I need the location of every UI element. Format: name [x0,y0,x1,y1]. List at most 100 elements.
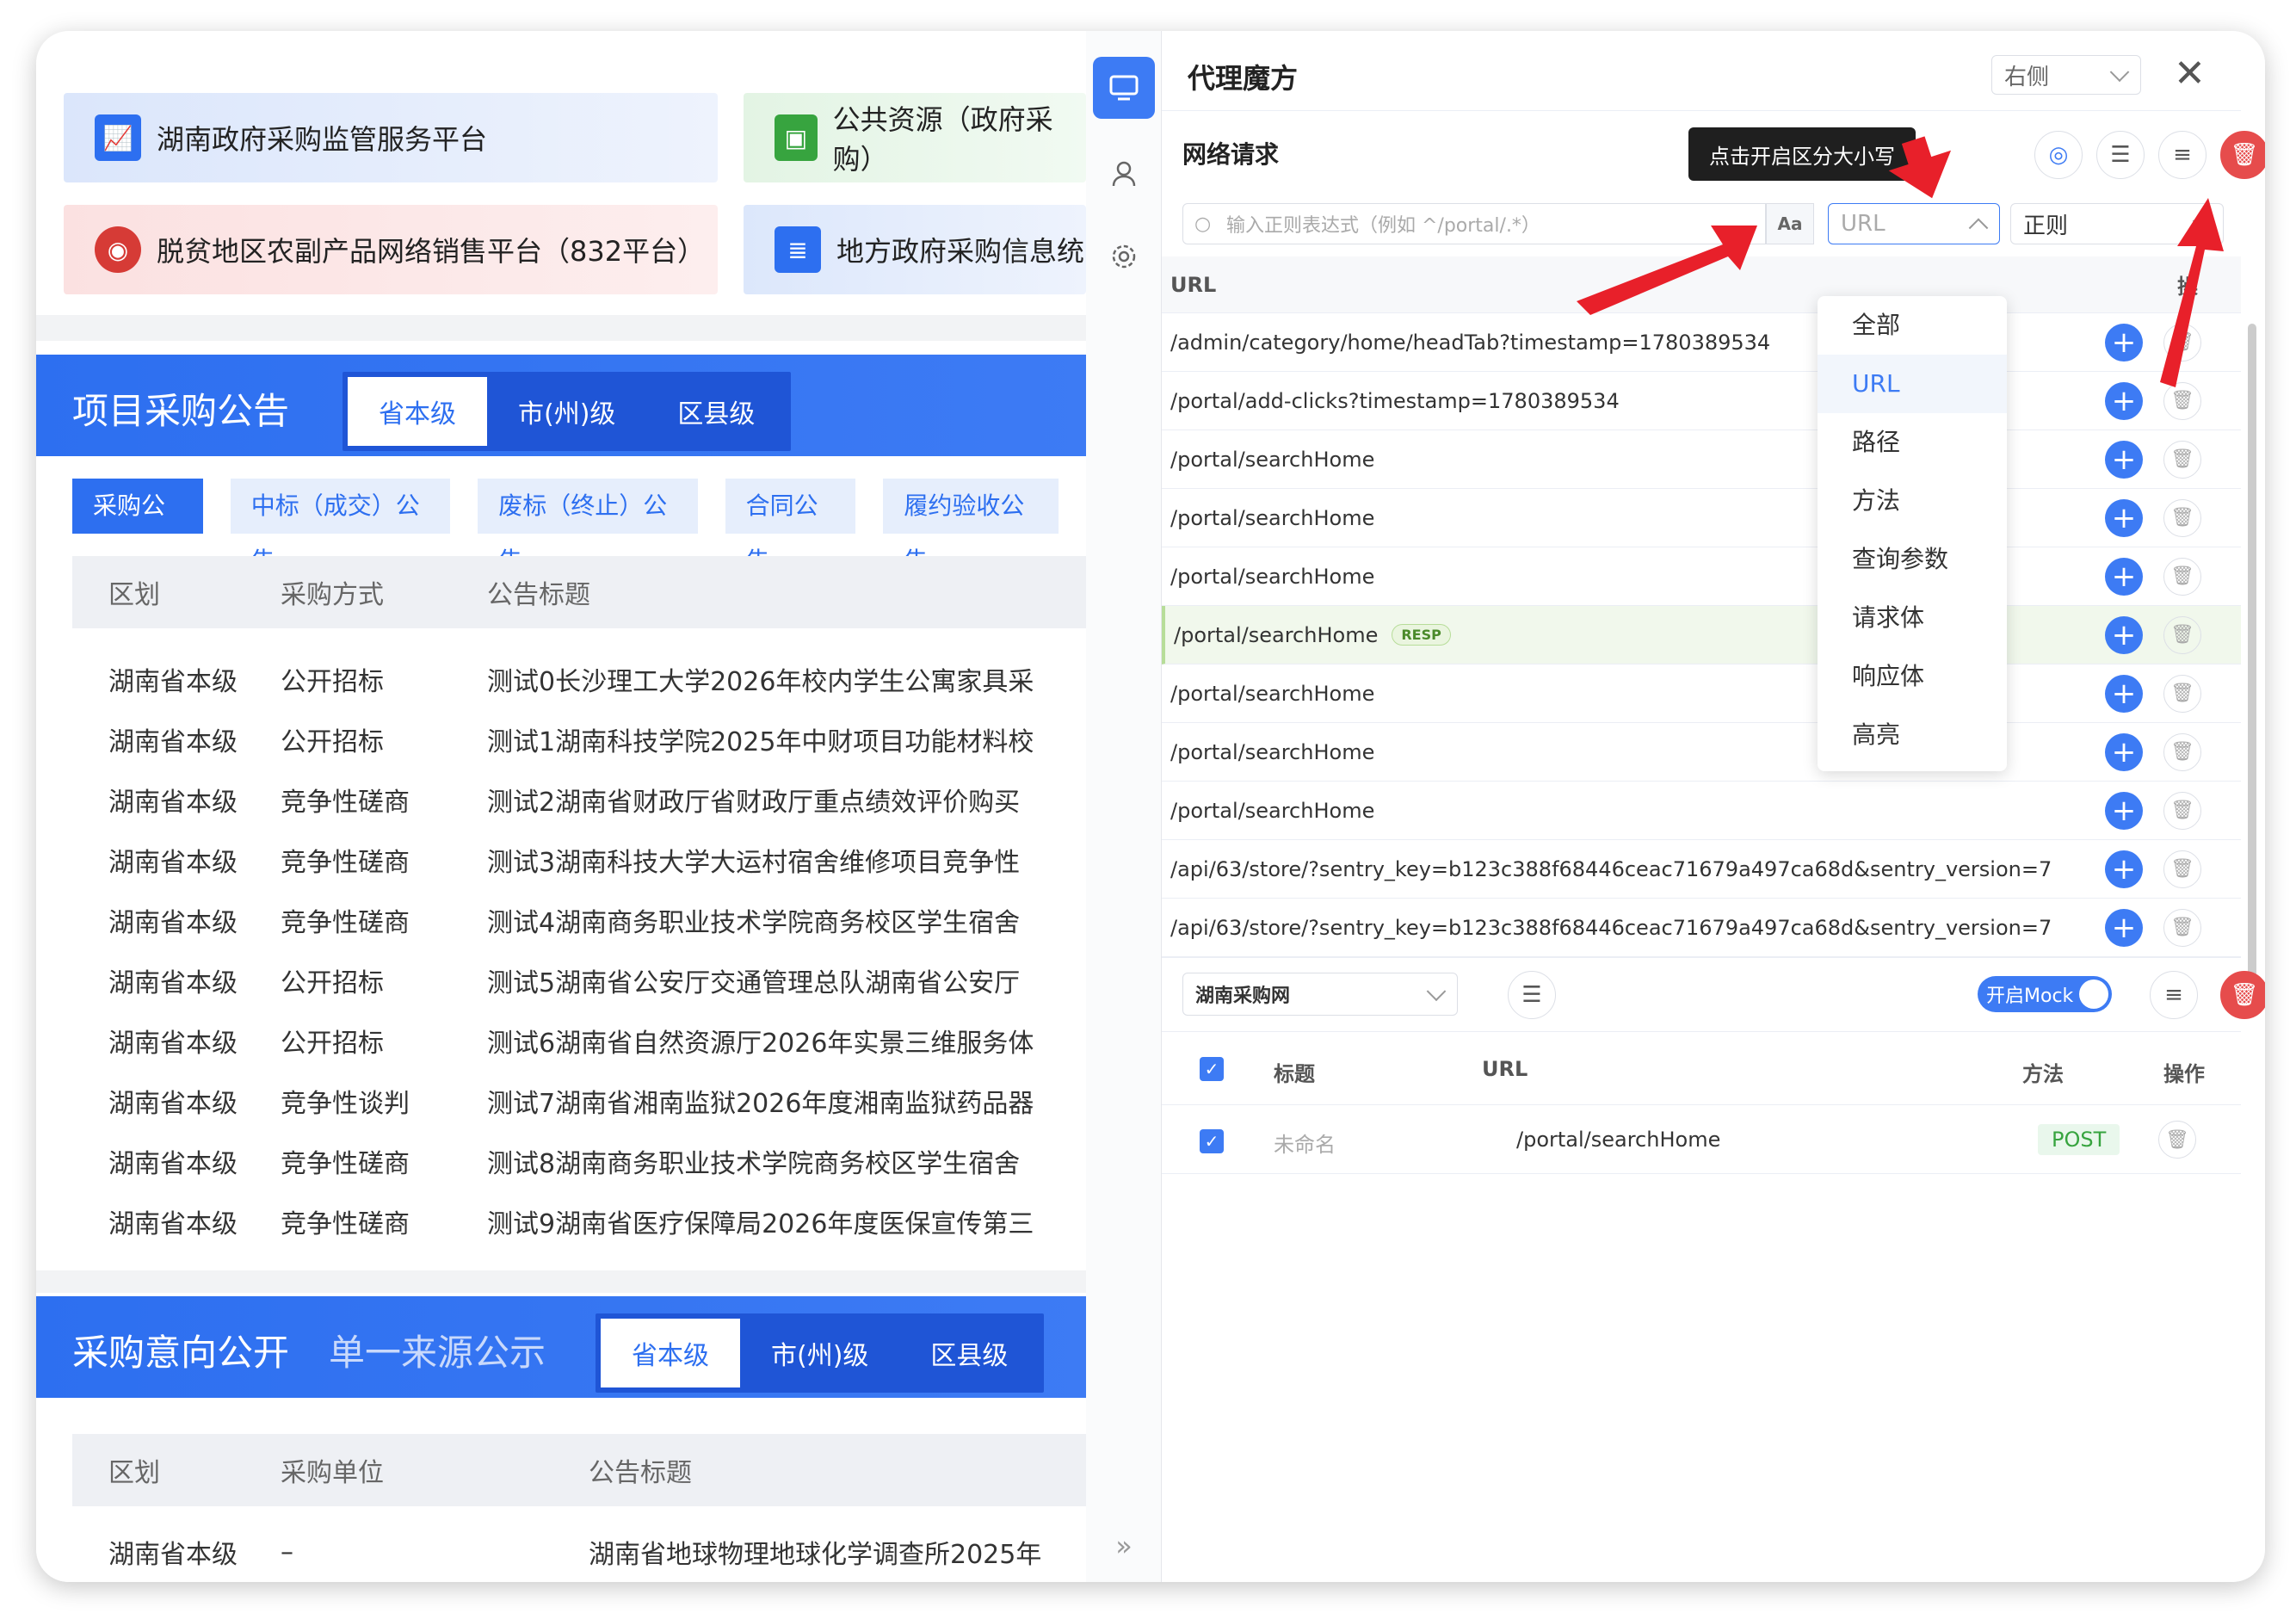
mock-toggle[interactable]: 开启Mock [1978,976,2112,1012]
trash-icon[interactable]: 🗑 [2163,908,2201,947]
site-select[interactable]: 湖南采购网 [1182,973,1458,1016]
field-select[interactable]: URL [1828,203,2000,244]
add-mock-icon[interactable]: + [2105,732,2143,771]
dropdown-option[interactable]: URL [1818,355,2007,413]
trash-icon[interactable]: 🗑 [2163,732,2201,771]
section2-title[interactable]: 采购意向公开 [72,1324,289,1376]
trash-icon[interactable]: 🗑 [2163,850,2201,888]
subtab-terminated[interactable]: 废标（终止）公告 [478,479,698,575]
trash-icon[interactable]: 🗑 [2163,557,2201,596]
table-row[interactable]: 湖南省本级 竞争性磋商 测试2湖南省财政厅省财政厅重点绩效评价购买 [72,769,1086,830]
url-row[interactable]: /portal/add-clicks?timestamp=1780389534 +… [1162,372,2241,430]
table-row[interactable]: 湖南省本级 竞争性磋商 测试3湖南科技大学大运村宿舍维修项目竞争性 [72,830,1086,890]
monitor-icon[interactable] [1093,57,1155,119]
url-row[interactable]: /portal/searchHome + 🗑 [1162,430,2241,489]
card-hunan-gov-procurement[interactable]: 📈 湖南政府采购监管服务平台 [64,93,718,182]
add-mock-icon[interactable]: + [2105,674,2143,713]
tab-city[interactable]: 市(州)级 [487,377,646,446]
tab-city-2[interactable]: 市(州)级 [740,1319,899,1387]
table-row[interactable]: 湖南省本级 公开招标 测试1湖南科技学院2025年中财项目功能材料校 [72,709,1086,769]
subtab-contract[interactable]: 合同公告 [725,479,856,575]
trash-icon[interactable]: 🗑 [2163,381,2201,420]
col-op: 操 [2177,275,2198,299]
table-row[interactable]: 湖南省本级 公开招标 测试0长沙理工大学2026年校内学生公寓家具采 [72,649,1086,709]
scrollbar[interactable] [2248,324,2256,978]
trash-icon[interactable]: 🗑 [2158,1121,2196,1159]
user-icon[interactable] [1093,143,1155,205]
url-row[interactable]: /admin/category/home/headTab?timestamp=1… [1162,313,2241,372]
subtab-procurement[interactable]: 采购公告 [72,479,203,575]
table-row[interactable]: 湖南省本级 竞争性磋商 测试8湖南商务职业技术学院商务校区学生宿舍 [72,1131,1086,1191]
mock-trash-icon[interactable]: 🗑 [2220,971,2265,1019]
url-row[interactable]: /portal/searchHome + 🗑 [1162,489,2241,547]
tab-county[interactable]: 区县级 [646,377,786,446]
case-sensitive-button[interactable]: Aa [1766,203,1814,244]
card-local-gov-info[interactable]: ≣ 地方政府采购信息统 [744,205,1086,294]
tab-county-2[interactable]: 区县级 [899,1319,1039,1387]
trash-icon[interactable]: 🗑 [2163,615,2201,654]
search-input[interactable]: 输入正则表达式（例如 ^/portal/.*） [1182,203,1766,244]
trash-icon[interactable]: 🗑 [2163,323,2201,362]
table-row[interactable]: 湖南省本级 公开招标 测试6湖南省自然资源厅2026年实景三维服务体 [72,1010,1086,1071]
url-row[interactable]: /portal/searchHome + 🗑 [1162,664,2241,723]
dropdown-option[interactable]: 方法 [1818,472,2007,530]
trash-icon[interactable]: 🗑 [2163,440,2201,479]
subtab-award[interactable]: 中标（成交）公告 [230,479,451,575]
add-mock-icon[interactable]: + [2105,323,2143,362]
card-832-platform[interactable]: ◉ 脱贫地区农副产品网络销售平台（832平台） [64,205,718,294]
table-row[interactable]: 湖南省本级 – 湖南省地球物理地球化学调查所2025年 [72,1522,1086,1582]
add-mock-icon[interactable]: + [2105,791,2143,830]
url-row[interactable]: /portal/searchHome RESP + 🗑 [1162,606,2241,664]
trash-icon[interactable]: 🗑 [2163,791,2201,830]
dropdown-option[interactable]: 请求体 [1818,589,2007,647]
trash-icon[interactable]: 🗑 [2163,498,2201,537]
add-mock-icon[interactable]: + [2105,557,2143,596]
trash-icon[interactable]: 🗑 [2220,131,2265,179]
card-label: 湖南政府采购监管服务平台 [157,123,488,156]
dropdown-option[interactable]: 路径 [1818,413,2007,472]
dropdown-option[interactable]: 全部 [1818,296,2007,355]
record-icon[interactable]: ◎ [2034,131,2083,179]
gear-icon[interactable] [1093,226,1155,287]
dropdown-option[interactable]: 查询参数 [1818,530,2007,589]
table-row[interactable]: 湖南省本级 公开招标 测试5湖南省公安厅交通管理总队湖南省公安厅 [72,950,1086,1010]
table-row[interactable]: 湖南省本级 竞争性谈判 测试7湖南省湘南监狱2026年度湘南监狱药品器 [72,1071,1086,1131]
cell-method: 竞争性磋商 [281,788,410,818]
table-row[interactable]: 湖南省本级 竞争性磋商 测试4湖南商务职业技术学院商务校区学生宿舍 [72,890,1086,950]
tab-provincial[interactable]: 省本级 [348,377,487,446]
filter-settings-icon[interactable]: ☰ [2096,131,2145,179]
url-row[interactable]: /api/63/store/?sentry_key=b123c388f68446… [1162,899,2241,957]
url-row[interactable]: /portal/searchHome + 🗑 [1162,723,2241,782]
url-text: /portal/add-clicks?timestamp=1780389534 [1170,388,1620,413]
add-mock-icon[interactable]: + [2105,498,2143,537]
expand-icon[interactable]: » [1093,1515,1155,1577]
add-mock-icon[interactable]: + [2105,440,2143,479]
position-select[interactable]: 右侧 [1991,55,2141,95]
card-public-resources[interactable]: ▣ 公共资源（政府采购） [744,93,1086,182]
tab-provincial-2[interactable]: 省本级 [601,1319,740,1387]
select-all-checkbox[interactable]: ✓ [1200,1057,1224,1081]
dropdown-option[interactable]: 响应体 [1818,647,2007,706]
row-checkbox[interactable]: ✓ [1200,1129,1224,1153]
notice-type-tabs: 采购公告 中标（成交）公告 废标（终止）公告 合同公告 履约验收公告 [72,479,1086,575]
url-row[interactable]: /api/63/store/?sentry_key=b123c388f68446… [1162,840,2241,899]
add-mock-icon[interactable]: + [2105,850,2143,888]
url-row[interactable]: /portal/searchHome + 🗑 [1162,547,2241,606]
mock-list-icon[interactable]: ≡ [2150,971,2198,1019]
url-row[interactable]: /portal/searchHome + 🗑 [1162,782,2241,840]
panel-title: 代理魔方 [1188,62,1299,95]
section2-title-alt[interactable]: 单一来源公示 [329,1324,546,1376]
list-icon[interactable]: ≡ [2158,131,2207,179]
section-header: 项目采购公告 省本级 市(州)级 区县级 [36,355,1086,456]
add-mock-icon[interactable]: + [2105,381,2143,420]
add-mock-icon[interactable]: + [2105,908,2143,947]
mock-row[interactable]: ✓ 未命名 /portal/searchHome POST 🗑 [1162,1107,2241,1174]
mock-filter-icon[interactable]: ☰ [1508,971,1556,1019]
table-row[interactable]: 湖南省本级 竞争性磋商 测试9湖南省医疗保障局2026年度医保宣传第三 [72,1191,1086,1251]
subtab-acceptance[interactable]: 履约验收公告 [883,479,1059,575]
mode-select[interactable]: 正则 [2010,203,2224,244]
close-icon[interactable]: ✕ [2174,52,2206,96]
trash-icon[interactable]: 🗑 [2163,674,2201,713]
add-mock-icon[interactable]: + [2105,615,2143,654]
dropdown-option[interactable]: 高亮 [1818,706,2007,764]
